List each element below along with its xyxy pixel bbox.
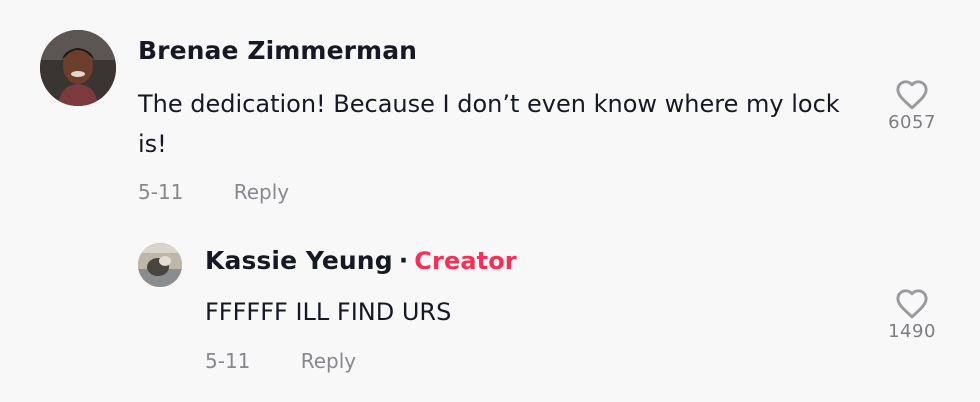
like-count: 1490 bbox=[888, 321, 936, 342]
comment-author[interactable]: Brenae Zimmerman bbox=[138, 36, 417, 65]
creator-badge: Creator bbox=[414, 247, 517, 275]
comment-text: The dedication! Because I don’t even kno… bbox=[138, 90, 840, 158]
reply-text: FFFFFF ILL FIND URS bbox=[205, 298, 452, 326]
comment-meta: 5-11 Reply bbox=[138, 180, 289, 204]
like-button[interactable]: 6057 bbox=[872, 78, 952, 133]
like-button[interactable]: 1490 bbox=[872, 287, 952, 342]
reply-button[interactable]: Reply bbox=[301, 349, 356, 373]
like-count: 6057 bbox=[888, 112, 936, 133]
avatar[interactable] bbox=[138, 243, 182, 287]
reply-button[interactable]: Reply bbox=[234, 180, 289, 204]
reply-date: 5-11 bbox=[205, 349, 251, 373]
reply-meta: 5-11 Reply bbox=[205, 349, 356, 373]
separator-dot: · bbox=[398, 246, 409, 275]
heart-outline-icon[interactable] bbox=[894, 287, 930, 319]
heart-outline-icon[interactable] bbox=[894, 78, 930, 110]
avatar[interactable] bbox=[40, 30, 116, 106]
comment-date: 5-11 bbox=[138, 180, 184, 204]
reply-author-line: Kassie Yeung · Creator bbox=[205, 246, 517, 275]
reply-author[interactable]: Kassie Yeung bbox=[205, 246, 393, 275]
